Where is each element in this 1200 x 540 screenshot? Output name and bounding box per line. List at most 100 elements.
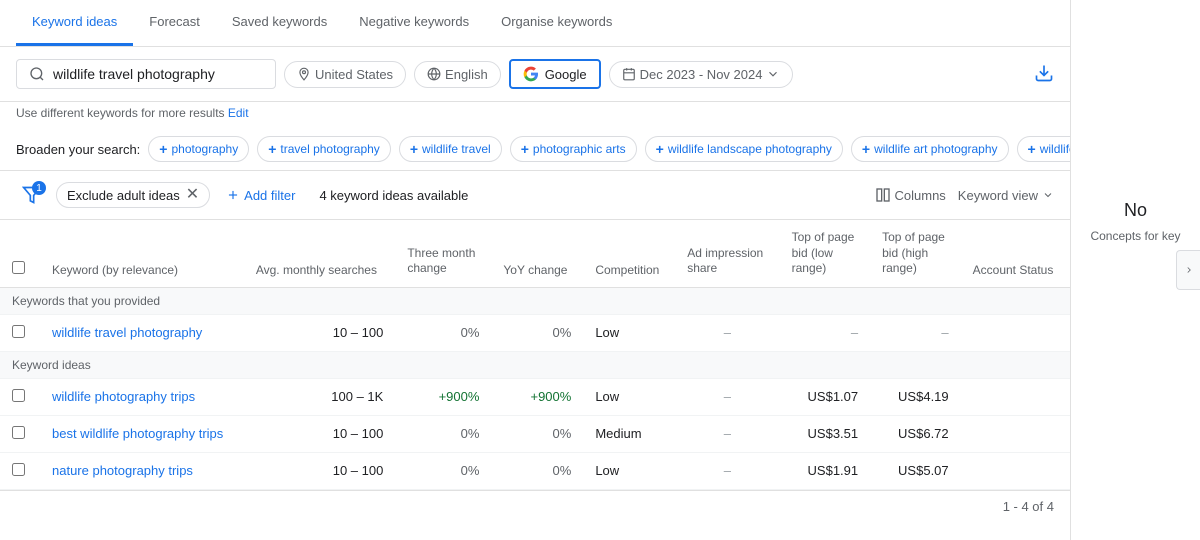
row-checkbox-cell[interactable]	[0, 314, 40, 351]
edit-link[interactable]: Edit	[228, 106, 249, 120]
row-three-month: 0%	[395, 314, 491, 351]
row-account-status	[961, 452, 1070, 489]
th-avg-searches[interactable]: Avg. monthly searches	[244, 220, 396, 287]
date-range-label: Dec 2023 - Nov 2024	[640, 67, 763, 82]
row-avg-searches: 100 – 1K	[244, 378, 396, 415]
language-icon	[427, 67, 441, 81]
select-all-header[interactable]	[0, 220, 40, 287]
table-row: nature photography trips 10 – 100 0% 0% …	[0, 452, 1070, 489]
broaden-chip-wildlife-animal[interactable]: + wildlife animal photography	[1017, 136, 1070, 162]
network-label: Google	[545, 67, 587, 82]
row-checkbox-cell[interactable]	[0, 452, 40, 489]
row-bid-low: US$3.51	[780, 415, 871, 452]
broaden-chip-photographic-arts[interactable]: + photographic arts	[510, 136, 637, 162]
th-ad-impression[interactable]: Ad impressionshare	[675, 220, 779, 287]
location-filter[interactable]: United States	[284, 61, 406, 88]
table-row: wildlife travel photography 10 – 100 0% …	[0, 314, 1070, 351]
location-icon	[297, 67, 311, 81]
section-header-ideas: Keyword ideas	[0, 351, 1070, 378]
broaden-chip-wildlife-landscape[interactable]: + wildlife landscape photography	[645, 136, 843, 162]
row-checkbox[interactable]	[12, 325, 25, 338]
broaden-chip-photography[interactable]: + photography	[148, 136, 249, 162]
row-ad-impression: –	[675, 415, 779, 452]
tab-saved-keywords[interactable]: Saved keywords	[216, 0, 343, 46]
row-checkbox[interactable]	[12, 389, 25, 402]
top-nav: Keyword ideas Forecast Saved keywords Ne…	[0, 0, 1070, 47]
row-checkbox-cell[interactable]	[0, 415, 40, 452]
search-row: wildlife travel photography United State…	[0, 47, 1070, 102]
row-avg-searches: 10 – 100	[244, 314, 396, 351]
right-panel-title: No	[1116, 200, 1155, 221]
row-yoy: 0%	[491, 415, 583, 452]
broaden-chip-wildlife-art[interactable]: + wildlife art photography	[851, 136, 1009, 162]
hint-row: Use different keywords for more results …	[0, 102, 1070, 128]
ideas-count: 4 keyword ideas available	[319, 188, 468, 203]
row-competition: Low	[583, 452, 675, 489]
th-competition[interactable]: Competition	[583, 220, 675, 287]
th-bid-low[interactable]: Top of pagebid (lowrange)	[780, 220, 871, 287]
columns-icon	[875, 187, 891, 203]
row-three-month: 0%	[395, 415, 491, 452]
row-bid-high: US$6.72	[870, 415, 961, 452]
row-three-month: 0%	[395, 452, 491, 489]
download-button[interactable]	[1034, 63, 1054, 86]
date-filter[interactable]: Dec 2023 - Nov 2024	[609, 61, 794, 88]
add-filter-button[interactable]: Add filter	[218, 184, 303, 207]
keyword-view-button[interactable]: Keyword view	[958, 188, 1054, 203]
row-avg-searches: 10 – 100	[244, 415, 396, 452]
tab-negative-keywords[interactable]: Negative keywords	[343, 0, 485, 46]
row-competition: Medium	[583, 415, 675, 452]
row-competition: Low	[583, 378, 675, 415]
search-box[interactable]: wildlife travel photography	[16, 59, 276, 89]
tab-keyword-ideas[interactable]: Keyword ideas	[16, 0, 133, 46]
row-ad-impression: –	[675, 314, 779, 351]
th-yoy[interactable]: YoY change	[491, 220, 583, 287]
section-header-provided: Keywords that you provided	[0, 287, 1070, 314]
location-label: United States	[315, 67, 393, 82]
broaden-chip-travel-photography[interactable]: + travel photography	[257, 136, 391, 162]
th-bid-high[interactable]: Top of pagebid (highrange)	[870, 220, 961, 287]
right-panel-subtitle: Concepts for key	[1082, 221, 1188, 251]
row-account-status	[961, 415, 1070, 452]
select-all-checkbox[interactable]	[12, 261, 25, 274]
row-checkbox-cell[interactable]	[0, 378, 40, 415]
tab-organise-keywords[interactable]: Organise keywords	[485, 0, 628, 46]
pagination-text: 1 - 4 of 4	[1003, 499, 1054, 514]
table-row: wildlife photography trips 100 – 1K +900…	[0, 378, 1070, 415]
broaden-chip-wildlife-travel[interactable]: + wildlife travel	[399, 136, 502, 162]
row-ad-impression: –	[675, 452, 779, 489]
row-keyword: wildlife travel photography	[40, 314, 244, 351]
row-checkbox[interactable]	[12, 463, 25, 476]
row-account-status	[961, 378, 1070, 415]
right-actions: Columns Keyword view	[875, 187, 1055, 203]
filter-icon-button[interactable]: 1	[16, 179, 48, 211]
row-bid-low: –	[780, 314, 871, 351]
chevron-down-icon	[1042, 189, 1054, 201]
th-account-status: Account Status	[961, 220, 1070, 287]
tab-forecast[interactable]: Forecast	[133, 0, 216, 46]
language-label: English	[445, 67, 488, 82]
row-ad-impression: –	[675, 378, 779, 415]
row-account-status	[961, 314, 1070, 351]
row-bid-high: –	[870, 314, 961, 351]
row-bid-high: US$5.07	[870, 452, 961, 489]
pagination: 1 - 4 of 4	[0, 490, 1070, 522]
columns-button[interactable]: Columns	[875, 187, 946, 203]
row-bid-high: US$4.19	[870, 378, 961, 415]
chevron-down-icon	[766, 67, 780, 81]
filter-badge: 1	[32, 181, 46, 195]
keyword-table: Keyword (by relevance) Avg. monthly sear…	[0, 220, 1070, 490]
th-three-month[interactable]: Three monthchange	[395, 220, 491, 287]
row-yoy: 0%	[491, 314, 583, 351]
remove-exclude-button[interactable]: ✕	[186, 187, 199, 203]
broaden-row: Broaden your search: + photography + tra…	[0, 128, 1070, 171]
row-yoy: +900%	[491, 378, 583, 415]
language-filter[interactable]: English	[414, 61, 501, 88]
scroll-right-arrow[interactable]	[1176, 250, 1200, 290]
search-icon	[29, 66, 45, 82]
network-filter[interactable]: Google	[509, 59, 601, 89]
th-keyword[interactable]: Keyword (by relevance)	[40, 220, 244, 287]
exclude-adult-chip: Exclude adult ideas ✕	[56, 182, 210, 208]
search-input[interactable]: wildlife travel photography	[53, 66, 253, 82]
row-checkbox[interactable]	[12, 426, 25, 439]
